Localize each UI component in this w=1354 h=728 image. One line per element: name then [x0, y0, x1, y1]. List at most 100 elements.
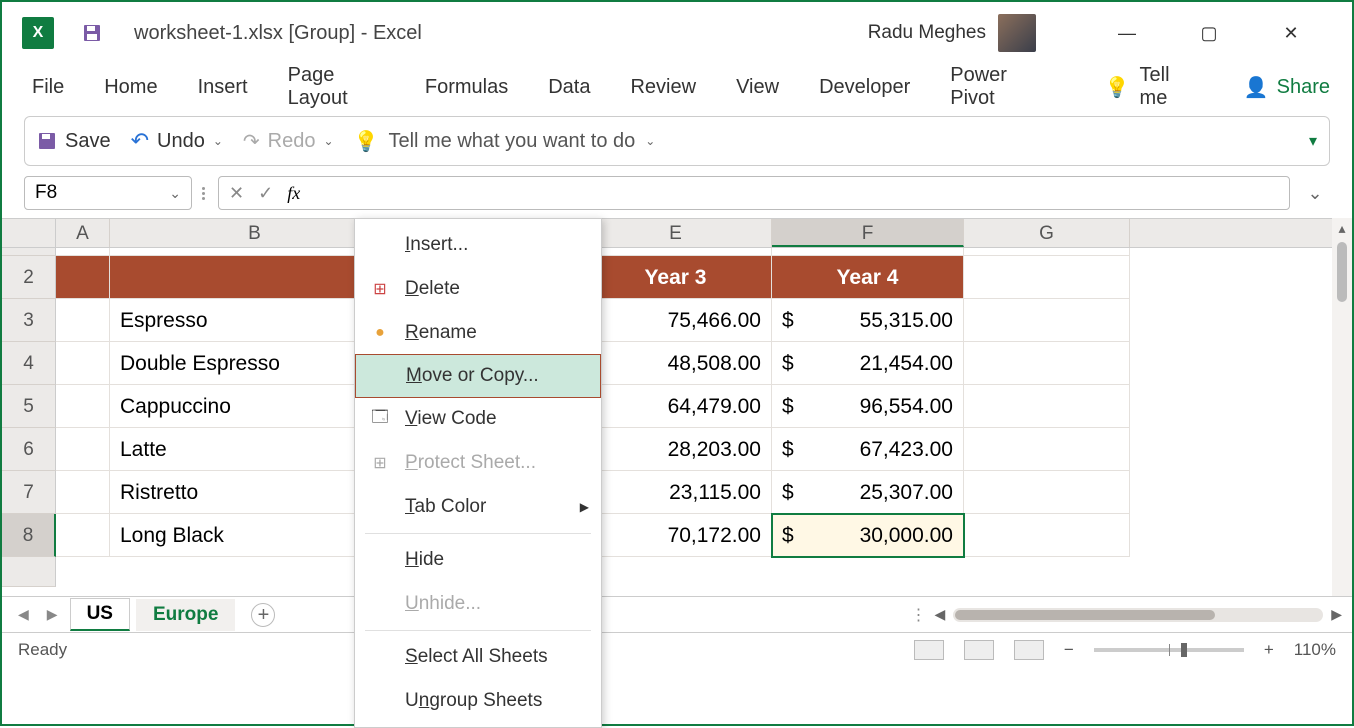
sheet-tab-us[interactable]: US: [70, 598, 130, 631]
cell[interactable]: $75,466.00: [580, 299, 772, 342]
menu-view-code[interactable]: 🗔View Code: [355, 397, 601, 441]
tab-file[interactable]: File: [24, 70, 72, 105]
cell[interactable]: Year 3: [580, 256, 772, 299]
cell[interactable]: [56, 342, 110, 385]
cell[interactable]: $23,115.00: [580, 471, 772, 514]
chevron-down-icon[interactable]: ⌄: [323, 134, 333, 148]
scroll-right-icon[interactable]: ▶: [1331, 606, 1342, 623]
name-box[interactable]: F8 ⌄: [24, 176, 192, 210]
row-header-7[interactable]: 7: [2, 471, 56, 514]
maximize-button[interactable]: ▢: [1186, 17, 1232, 49]
menu-move-or-copy[interactable]: Move or Copy...: [355, 354, 601, 398]
fx-icon[interactable]: fx: [287, 183, 300, 204]
tab-power-pivot[interactable]: Power Pivot: [942, 58, 1050, 116]
sheet-nav-next[interactable]: ▶: [41, 606, 64, 623]
marker-icon[interactable]: ▾: [1309, 131, 1317, 151]
redo-button[interactable]: ↷ Redo ⌄: [243, 129, 334, 154]
cell[interactable]: $25,307.00: [772, 471, 964, 514]
formula-bar[interactable]: ✕ ✓ fx: [218, 176, 1290, 210]
cell[interactable]: $55,315.00: [772, 299, 964, 342]
zoom-in-button[interactable]: +: [1264, 640, 1274, 660]
menu-select-all-sheets[interactable]: Select All Sheets: [355, 635, 601, 679]
tab-insert[interactable]: Insert: [190, 70, 256, 105]
tab-view[interactable]: View: [728, 70, 787, 105]
menu-tab-color[interactable]: Tab Color▶: [355, 485, 601, 529]
cell[interactable]: [56, 471, 110, 514]
cell[interactable]: $48,508.00: [580, 342, 772, 385]
cell[interactable]: [964, 428, 1130, 471]
scroll-up-icon[interactable]: ▴: [1338, 218, 1345, 238]
save-icon[interactable]: [82, 23, 102, 43]
row-header-6[interactable]: 6: [2, 428, 56, 471]
cell[interactable]: [964, 342, 1130, 385]
zoom-level[interactable]: 110%: [1294, 640, 1336, 660]
zoom-slider[interactable]: [1094, 648, 1244, 652]
menu-unhide[interactable]: Unhide...: [355, 582, 601, 626]
user-name[interactable]: Radu Meghes: [868, 22, 986, 44]
cell[interactable]: $64,479.00: [580, 385, 772, 428]
avatar[interactable]: [998, 14, 1036, 52]
cell[interactable]: $67,423.00: [772, 428, 964, 471]
row-header-2[interactable]: 2: [2, 256, 56, 299]
sheet-tab-europe[interactable]: Europe: [136, 599, 235, 631]
col-header-G[interactable]: G: [964, 219, 1130, 247]
col-header-F[interactable]: F: [772, 219, 964, 247]
add-sheet-button[interactable]: +: [251, 603, 275, 627]
row-header-4[interactable]: 4: [2, 342, 56, 385]
menu-protect-sheet[interactable]: ⊞Protect Sheet...: [355, 441, 601, 485]
cell[interactable]: [56, 514, 110, 557]
col-header-E[interactable]: E: [580, 219, 772, 247]
menu-hide[interactable]: Hide: [355, 538, 601, 582]
undo-button[interactable]: ↶ Undo ⌄: [131, 128, 223, 154]
tell-me-label[interactable]: Tell me: [1140, 64, 1190, 110]
select-all-corner[interactable]: [2, 219, 56, 247]
minimize-button[interactable]: —: [1104, 17, 1150, 49]
tab-home[interactable]: Home: [96, 70, 165, 105]
menu-ungroup-sheets[interactable]: Ungroup Sheets: [355, 679, 601, 723]
cell[interactable]: [964, 299, 1130, 342]
cell[interactable]: [56, 428, 110, 471]
share-button[interactable]: 👤 Share: [1244, 75, 1330, 100]
cancel-icon[interactable]: ✕: [229, 183, 244, 204]
col-header-A[interactable]: A: [56, 219, 110, 247]
chevron-down-icon[interactable]: ⌄: [169, 185, 181, 202]
menu-insert[interactable]: Insert...: [355, 223, 601, 267]
view-page-break-button[interactable]: [1014, 640, 1044, 660]
enter-icon[interactable]: ✓: [258, 183, 273, 204]
row-header-9[interactable]: [2, 557, 56, 587]
tab-page-layout[interactable]: Page Layout: [280, 58, 393, 116]
cell[interactable]: $96,554.00: [772, 385, 964, 428]
sheet-nav-prev[interactable]: ◀: [12, 606, 35, 623]
view-page-layout-button[interactable]: [964, 640, 994, 660]
cell[interactable]: [964, 471, 1130, 514]
tab-formulas[interactable]: Formulas: [417, 70, 516, 105]
zoom-out-button[interactable]: −: [1064, 640, 1074, 660]
cell[interactable]: $30,000.00: [772, 514, 964, 557]
cell[interactable]: [56, 299, 110, 342]
scroll-thumb[interactable]: [1337, 242, 1347, 302]
cell[interactable]: [964, 385, 1130, 428]
grip-icon[interactable]: [202, 181, 208, 205]
tell-me-input[interactable]: 💡 Tell me what you want to do ⌄: [354, 129, 1269, 154]
close-button[interactable]: ✕: [1268, 17, 1314, 49]
row-header-8[interactable]: 8: [2, 514, 56, 557]
horizontal-scrollbar[interactable]: ⋮ ◀ ▶: [910, 605, 1342, 625]
vertical-scrollbar[interactable]: ▴: [1332, 218, 1352, 596]
tab-data[interactable]: Data: [540, 70, 598, 105]
menu-delete[interactable]: ⊞Delete: [355, 267, 601, 311]
scroll-thumb[interactable]: [955, 610, 1215, 620]
row-header-5[interactable]: 5: [2, 385, 56, 428]
tab-review[interactable]: Review: [622, 70, 704, 105]
row-header-3[interactable]: 3: [2, 299, 56, 342]
cell[interactable]: [56, 385, 110, 428]
menu-rename[interactable]: ●Rename: [355, 311, 601, 355]
chevron-down-icon[interactable]: ⌄: [213, 134, 223, 148]
cell[interactable]: [964, 256, 1130, 299]
cell[interactable]: $21,454.00: [772, 342, 964, 385]
scroll-left-icon[interactable]: ◀: [934, 606, 945, 623]
expand-formula-bar[interactable]: ⌄: [1300, 183, 1330, 204]
cell[interactable]: $28,203.00: [580, 428, 772, 471]
cell[interactable]: [964, 514, 1130, 557]
cell[interactable]: Year 4: [772, 256, 964, 299]
row-header-1[interactable]: [2, 248, 56, 256]
